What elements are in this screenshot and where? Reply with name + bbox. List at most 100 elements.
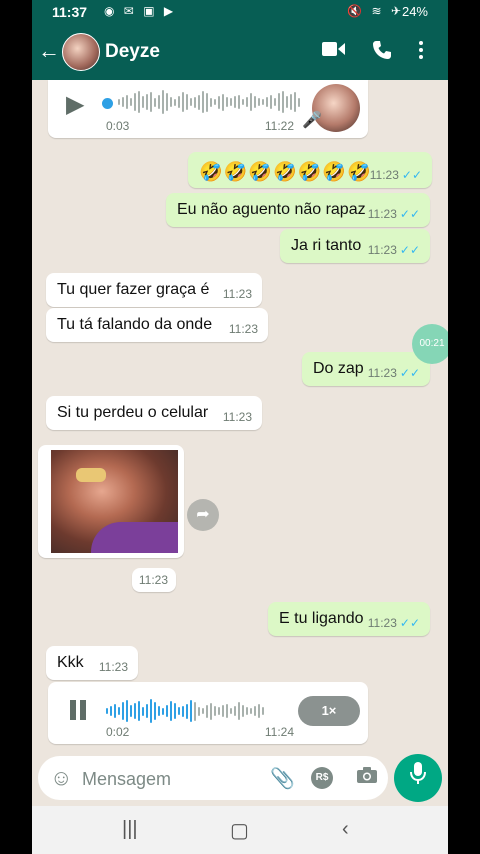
waveform-bar xyxy=(210,97,212,107)
waveform-bar xyxy=(122,702,124,720)
android-nav-bar: ||| ▢ ‹ xyxy=(32,806,448,854)
waveform-bar xyxy=(150,92,152,112)
message-text: Eu não aguento não rapaz xyxy=(177,201,366,218)
pause-icon[interactable] xyxy=(68,700,88,720)
waveform-bar xyxy=(254,706,256,716)
waveform-bar xyxy=(230,708,232,714)
waveform-bar xyxy=(202,91,204,113)
emoji-icon[interactable]: ☺ xyxy=(50,765,72,791)
message-time: 11:23 xyxy=(367,616,397,630)
waveform-bar xyxy=(166,93,168,111)
read-ticks-icon: ✓✓ xyxy=(399,207,420,221)
waveform-bar xyxy=(234,706,236,716)
waveform-bar xyxy=(186,94,188,110)
contact-avatar[interactable] xyxy=(62,33,100,71)
camera-icon[interactable] xyxy=(356,766,378,790)
waveform-bar xyxy=(122,97,124,107)
waveform-bar xyxy=(178,707,180,715)
back-nav-icon[interactable]: ‹ xyxy=(342,818,349,841)
play-icon[interactable]: ▶ xyxy=(66,90,84,119)
mic-record-button[interactable] xyxy=(394,754,442,802)
attach-icon[interactable]: 📎 xyxy=(270,766,295,791)
waveform-bar xyxy=(214,706,216,716)
waveform-bar xyxy=(174,703,176,719)
message-meta: 11:23 ✓✓ xyxy=(368,616,420,630)
message-photo[interactable] xyxy=(51,450,178,553)
waveform-bar xyxy=(290,94,292,110)
waveform-bar xyxy=(294,92,296,112)
message-bubble-in[interactable]: Tu tá falando da onde 11:23 xyxy=(46,308,268,342)
playback-speed-button[interactable]: 1× xyxy=(298,696,360,726)
waveform-bar xyxy=(226,97,228,107)
waveform-bar xyxy=(238,702,240,720)
audio-message[interactable]: 0:02 11:24 1× xyxy=(48,682,368,744)
waveform-bar xyxy=(246,707,248,715)
waveform-bar xyxy=(186,703,188,719)
image-message[interactable] xyxy=(38,445,184,558)
waveform-bar xyxy=(298,97,300,107)
audio-duration: 0:02 xyxy=(106,725,130,739)
audio-waveform[interactable] xyxy=(106,698,264,724)
photo-detail xyxy=(91,522,178,553)
system-icons: 🔇 ≋ ✈ xyxy=(347,4,404,18)
waveform-bar xyxy=(262,707,264,715)
back-arrow-icon[interactable]: ← xyxy=(38,38,60,64)
waveform-bar xyxy=(234,96,236,108)
more-vert-icon[interactable] xyxy=(418,40,424,66)
read-ticks-icon: ✓✓ xyxy=(399,243,420,257)
waveform-bar xyxy=(246,97,248,107)
waveform-bar xyxy=(250,708,252,714)
notification-icons: ◉ ✉ ▣ ▶ xyxy=(104,4,177,18)
waveform-bar xyxy=(118,99,120,105)
forward-icon[interactable]: ➦ xyxy=(187,499,219,531)
waveform-bar xyxy=(258,704,260,718)
message-meta: 11:23 ✓✓ xyxy=(368,207,420,221)
waveform-bar xyxy=(218,95,220,109)
recent-apps-icon[interactable]: ||| xyxy=(122,818,138,841)
payment-icon[interactable]: R$ xyxy=(311,767,333,789)
waveform-bar xyxy=(134,703,136,719)
message-bubble-in[interactable]: Si tu perdeu o celular 11:23 xyxy=(46,396,262,430)
waveform-bar xyxy=(190,700,192,722)
message-time: 11:23 xyxy=(138,573,168,587)
waveform-bar xyxy=(254,96,256,108)
message-time: 11:23 xyxy=(367,207,397,221)
message-bubble-out[interactable]: Ja ri tanto 11:23 ✓✓ xyxy=(280,229,430,263)
message-list[interactable]: ▶ 0:03 11:22 🎤 🤣🤣🤣🤣🤣🤣🤣 11:23 ✓✓ Eu não ag… xyxy=(32,80,448,752)
audio-message[interactable]: ▶ 0:03 11:22 🎤 xyxy=(48,80,368,138)
audio-waveform[interactable] xyxy=(118,89,300,115)
waveform-bar xyxy=(242,99,244,105)
phone-icon[interactable] xyxy=(372,40,392,66)
waveform-bar xyxy=(194,701,196,721)
message-bubble-out[interactable]: E tu ligando 11:23 ✓✓ xyxy=(268,602,430,636)
waveform-bar xyxy=(230,98,232,106)
waveform-bar xyxy=(166,705,168,717)
video-call-icon[interactable] xyxy=(322,40,346,64)
image-time-badge: 11:23 xyxy=(132,568,176,592)
chat-header: ← Deyze xyxy=(32,24,448,80)
waveform-bar xyxy=(170,97,172,107)
message-meta: 11:23 ✓✓ xyxy=(368,243,420,257)
read-ticks-icon: ✓✓ xyxy=(399,616,420,630)
waveform-bar xyxy=(222,705,224,717)
message-bubble-in[interactable]: Tu quer fazer graça é 11:23 xyxy=(46,273,262,307)
waveform-bar xyxy=(146,704,148,718)
waveform-bar xyxy=(258,98,260,106)
message-bubble-in[interactable]: Kkk 11:23 xyxy=(46,646,138,680)
home-icon[interactable]: ▢ xyxy=(230,818,249,843)
waveform-bar xyxy=(130,705,132,717)
message-bubble-out[interactable]: 🤣🤣🤣🤣🤣🤣🤣 11:23 ✓✓ xyxy=(188,152,432,188)
message-bubble-out[interactable]: Do zap 11:23 ✓✓ xyxy=(302,352,430,386)
audio-progress-dot[interactable] xyxy=(102,98,113,109)
message-input[interactable] xyxy=(80,762,284,796)
contact-name[interactable]: Deyze xyxy=(105,41,160,63)
waveform-bar xyxy=(106,708,108,714)
waveform-bar xyxy=(142,96,144,108)
message-bubble-out[interactable]: Eu não aguento não rapaz 11:23 ✓✓ xyxy=(166,193,430,227)
waveform-bar xyxy=(286,96,288,108)
floating-recording-timer[interactable]: 00:21 xyxy=(412,324,448,364)
message-meta: 11:23 ✓✓ xyxy=(368,366,420,380)
message-time: 11:23 xyxy=(369,168,399,182)
message-text: Si tu perdeu o celular xyxy=(57,404,209,421)
waveform-bar xyxy=(146,94,148,110)
